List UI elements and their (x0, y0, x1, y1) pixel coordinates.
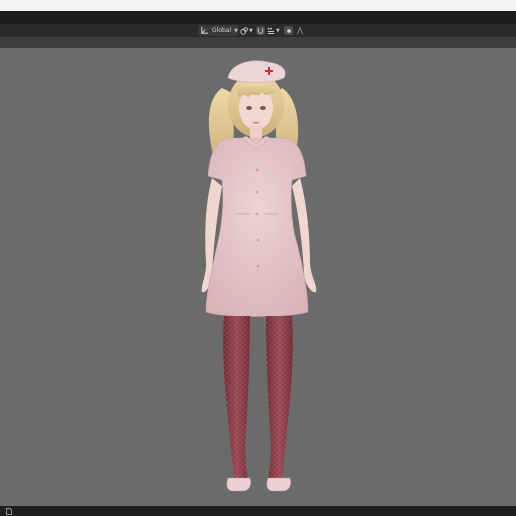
chevron-down-icon: ▼ (249, 27, 253, 34)
top-strip (0, 0, 516, 11)
snap-increment-icon[interactable] (267, 27, 275, 35)
top-menu-bar (0, 11, 516, 24)
orientation-axes-icon (201, 26, 209, 34)
status-bar (0, 506, 516, 516)
pivot-point-dropdown[interactable]: ▼ (240, 25, 254, 36)
pivot-point-icon (240, 26, 248, 35)
snapping-controls: ▼ (256, 25, 280, 36)
proportional-editing-controls (284, 25, 306, 36)
chevron-down-icon: ▼ (234, 27, 238, 34)
character-model (201, 60, 317, 492)
proportional-editing-icon (286, 28, 291, 33)
proportional-editing-button[interactable] (284, 26, 293, 35)
transform-orientation-dropdown[interactable]: Global ▼ (198, 25, 238, 36)
file-icon[interactable] (6, 508, 12, 515)
chevron-down-icon[interactable]: ▼ (276, 28, 280, 34)
snap-magnet-icon (257, 28, 264, 34)
transform-orientation-label: Global (212, 27, 232, 34)
tool-header-bar (0, 37, 516, 48)
falloff-curve-icon[interactable] (296, 26, 304, 35)
snap-toggle-button[interactable] (256, 26, 265, 35)
3d-viewport[interactable] (0, 48, 516, 506)
